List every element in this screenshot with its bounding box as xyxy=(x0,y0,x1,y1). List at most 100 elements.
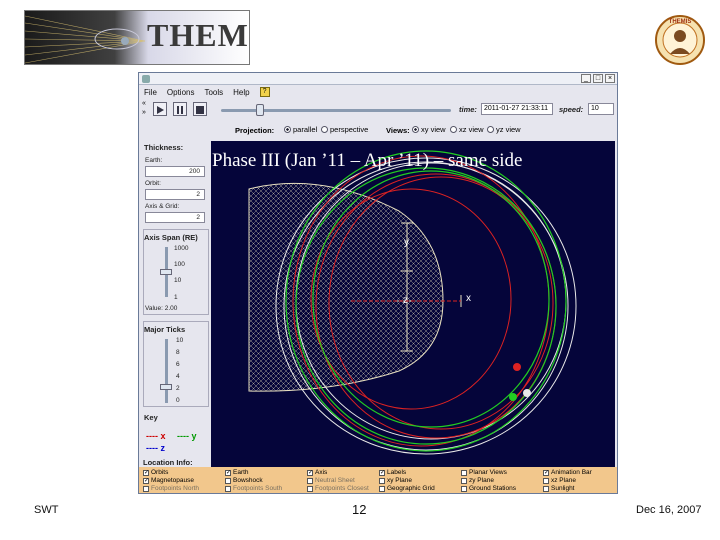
checkbox-label: Planar Views xyxy=(469,469,507,476)
time-label: time: xyxy=(459,105,477,114)
checkbox-bowshock[interactable]: Bowshock xyxy=(225,477,263,484)
major-ticks-slider[interactable] xyxy=(165,339,168,403)
window-titlebar: _ □ × xyxy=(139,73,617,85)
major-ticks-slider-knob[interactable] xyxy=(160,384,172,390)
checkbox-box[interactable] xyxy=(543,477,549,484)
themis-logo-text: THEMIS xyxy=(147,17,249,53)
speed-field[interactable]: 10 xyxy=(588,103,614,115)
checkbox-box[interactable]: ✓ xyxy=(307,469,313,476)
footer-left: SWT xyxy=(34,504,59,516)
collapse-down-icon[interactable]: » xyxy=(142,109,146,116)
checkbox-footpoints-south[interactable]: Footpoints South xyxy=(225,485,282,492)
major-tick: 0 xyxy=(176,397,180,404)
checkbox-box[interactable] xyxy=(143,485,149,492)
checkbox-box[interactable] xyxy=(225,485,231,492)
speed-label: speed: xyxy=(559,105,584,114)
checkbox-neutral-sheet[interactable]: Neutral Sheet xyxy=(307,477,355,484)
y-axis-label: y xyxy=(404,237,409,248)
checkbox-xz-plane[interactable]: xz Plane xyxy=(543,477,576,484)
axis-span-tick: 1 xyxy=(174,294,178,301)
checkbox-orbits[interactable]: ✓ Orbits xyxy=(143,469,168,476)
themis-logo-rays xyxy=(25,15,145,64)
checkbox-box[interactable]: ✓ xyxy=(379,469,385,476)
orbit-thickness-field[interactable]: 2 xyxy=(145,189,205,200)
themis-badge-icon: THEMIS xyxy=(655,15,705,65)
checkbox-box[interactable]: ✓ xyxy=(543,469,549,476)
axis-span-heading: Axis Span (RE) xyxy=(144,233,198,242)
checkbox-box[interactable] xyxy=(461,469,467,476)
checkbox-earth[interactable]: ✓ Earth xyxy=(225,469,249,476)
themis-logo: THEMIS xyxy=(24,10,250,65)
radio-parallel[interactable]: parallel xyxy=(284,125,317,134)
checkbox-box[interactable]: ✓ xyxy=(143,477,149,484)
major-tick: 10 xyxy=(176,337,184,344)
projection-row: Projection: parallel perspective Views: … xyxy=(139,123,617,137)
slide-title: Phase III (Jan ’11 – Apr ’11) – same sid… xyxy=(212,150,523,171)
menu-bar: File Options Tools Help ? xyxy=(139,86,617,98)
magnetopause-surface xyxy=(248,182,444,392)
checkbox-animation-bar[interactable]: ✓ Animation Bar xyxy=(543,469,592,476)
axis-span-value: Value: 2.00 xyxy=(145,305,178,312)
views-label: Views: xyxy=(386,126,410,135)
menu-file[interactable]: File xyxy=(144,88,157,97)
playback-bar: « » time: 2011-01-27 21:33:11 speed: 10 xyxy=(139,100,617,120)
checkbox-axis[interactable]: ✓ Axis xyxy=(307,469,327,476)
checkbox-xy-plane[interactable]: xy Plane xyxy=(379,477,412,484)
menu-help[interactable]: Help xyxy=(233,88,249,97)
checkbox-labels[interactable]: ✓ Labels xyxy=(379,469,406,476)
close-button[interactable]: × xyxy=(605,74,615,83)
minimize-button[interactable]: _ xyxy=(581,74,591,83)
menu-options[interactable]: Options xyxy=(167,88,195,97)
stop-button[interactable] xyxy=(193,102,207,116)
radio-yz-view[interactable]: yz view xyxy=(487,125,521,134)
checkbox-box[interactable]: ✓ xyxy=(225,469,231,476)
checkbox-label: Magnetopause xyxy=(151,477,195,484)
checkbox-planar-views[interactable]: Planar Views xyxy=(461,469,507,476)
checkbox-label: xy Plane xyxy=(387,477,412,484)
orbit-3d-view[interactable]: y x z xyxy=(211,141,615,467)
axis-span-slider-knob[interactable] xyxy=(160,269,172,275)
earth-thickness-field[interactable]: 200 xyxy=(145,166,205,177)
checkbox-label: Footpoints North xyxy=(151,485,200,492)
key-y-legend: ---- y xyxy=(177,431,197,441)
checkbox-sunlight[interactable]: Sunlight xyxy=(543,485,575,492)
radio-xy-view[interactable]: xy view xyxy=(412,125,446,134)
spacecraft-marker-white xyxy=(523,389,531,397)
checkbox-box[interactable] xyxy=(461,477,467,484)
axis-grid-thickness-field[interactable]: 2 xyxy=(145,212,205,223)
checkbox-box[interactable] xyxy=(461,485,467,492)
checkbox-label: Animation Bar xyxy=(551,469,592,476)
play-button[interactable] xyxy=(153,102,167,116)
checkbox-box[interactable] xyxy=(379,477,385,484)
checkbox-footpoints-north[interactable]: Footpoints North xyxy=(143,485,199,492)
checkbox-box[interactable] xyxy=(379,485,385,492)
play-icon xyxy=(157,106,164,114)
x-axis-label: x xyxy=(466,293,471,304)
checkbox-footpoints-closest[interactable]: Footpoints Closest xyxy=(307,485,369,492)
radio-perspective[interactable]: perspective xyxy=(321,125,368,134)
checkbox-geographic-grid[interactable]: Geographic Grid xyxy=(379,485,435,492)
collapse-up-icon[interactable]: « xyxy=(142,100,146,107)
time-slider-knob[interactable] xyxy=(256,104,265,116)
checkbox-label: Labels xyxy=(387,469,407,476)
major-tick: 8 xyxy=(176,349,180,356)
maximize-button[interactable]: □ xyxy=(593,74,603,83)
checkbox-box[interactable] xyxy=(307,477,313,484)
help-icon[interactable]: ? xyxy=(259,87,270,97)
radio-xz-view[interactable]: xz view xyxy=(450,125,484,134)
checkbox-magnetopause[interactable]: ✓ Magnetopause xyxy=(143,477,194,484)
checkbox-box[interactable] xyxy=(543,485,549,492)
time-field[interactable]: 2011-01-27 21:33:11 xyxy=(481,103,553,115)
menu-tools[interactable]: Tools xyxy=(204,88,223,97)
thickness-heading: Thickness: xyxy=(144,143,184,152)
checkbox-zy-plane[interactable]: zy Plane xyxy=(461,477,494,484)
footer-date: Dec 16, 2007 xyxy=(636,504,702,516)
checkbox-box[interactable] xyxy=(225,477,231,484)
axis-span-tick: 10 xyxy=(174,277,182,284)
key-x-legend: ---- x xyxy=(146,431,166,441)
checkbox-ground-stations[interactable]: Ground Stations xyxy=(461,485,516,492)
pause-button[interactable] xyxy=(173,102,187,116)
checkbox-box[interactable]: ✓ xyxy=(143,469,149,476)
checkbox-label: Geographic Grid xyxy=(387,485,435,492)
checkbox-box[interactable] xyxy=(307,485,313,492)
